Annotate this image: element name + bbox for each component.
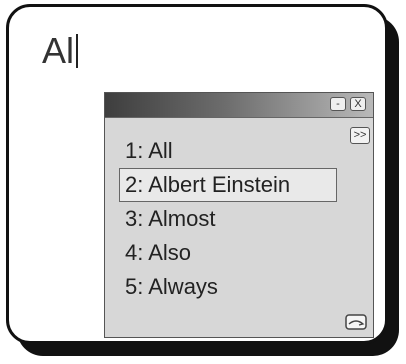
candidate-item-2-selected[interactable]: 2: Albert Einstein (119, 168, 337, 202)
ime-candidate-window: - X >> 1: All 2: Albert Einstein 3: Almo… (104, 92, 374, 338)
candidate-item-1[interactable]: 1: All (119, 134, 337, 168)
text-caret (76, 34, 79, 68)
minimize-button[interactable]: - (330, 97, 346, 111)
expand-candidates-button[interactable]: >> (350, 127, 370, 144)
text-entry-panel: Al - X >> 1: All 2: Albert Einstein 3: A… (6, 4, 388, 344)
close-button[interactable]: X (350, 97, 366, 111)
ime-titlebar[interactable]: - X (105, 93, 373, 118)
candidate-list: 1: All 2: Albert Einstein 3: Almost 4: A… (119, 134, 337, 304)
typed-text-area[interactable]: Al (42, 29, 79, 73)
keyboard-toggle-icon[interactable] (345, 313, 367, 331)
candidate-item-5[interactable]: 5: Always (119, 270, 337, 304)
candidate-item-3[interactable]: 3: Almost (119, 202, 337, 236)
typed-text: Al (42, 30, 75, 71)
candidate-item-4[interactable]: 4: Also (119, 236, 337, 270)
